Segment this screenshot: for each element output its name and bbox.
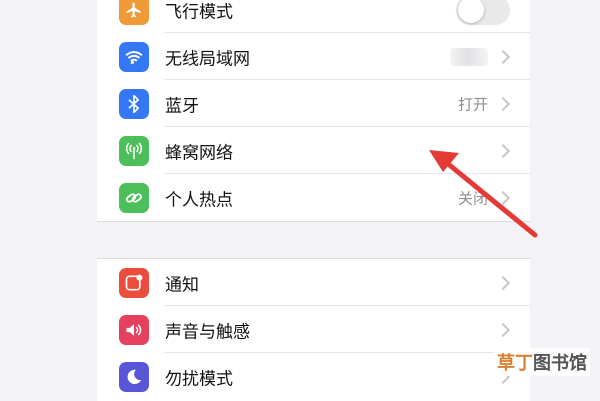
airplane-icon — [119, 0, 149, 25]
settings-row-label: 通知 — [165, 275, 199, 295]
sounds-icon — [119, 314, 149, 345]
moon-icon — [119, 361, 149, 392]
settings-row-bluetooth[interactable]: 蓝牙 打开 — [97, 80, 530, 127]
chevron-right-icon — [495, 275, 511, 290]
settings-row-label: 个人热点 — [165, 190, 233, 210]
watermark: 草丁图书馆 — [494, 348, 590, 376]
cellular-icon — [119, 135, 149, 166]
settings-group-connectivity: 飞行模式 无线局域网 蓝牙 打开 蜂窝网络 个人热点 关闭 — [97, 0, 530, 222]
bluetooth-icon — [119, 88, 149, 119]
settings-row-label: 勿扰模式 — [165, 369, 233, 389]
chevron-right-icon — [495, 49, 511, 64]
settings-row-label: 声音与触感 — [165, 322, 250, 342]
settings-row-notifications[interactable]: 通知 — [97, 259, 530, 306]
settings-row-do-not-disturb[interactable]: 勿扰模式 — [97, 353, 530, 400]
settings-row-cellular[interactable]: 蜂窝网络 — [97, 127, 530, 174]
chevron-right-icon — [495, 190, 511, 205]
settings-row-sounds-haptics[interactable]: 声音与触感 — [97, 306, 530, 353]
notifications-icon — [119, 267, 149, 298]
chevron-right-icon — [495, 322, 511, 337]
settings-row-wifi[interactable]: 无线局域网 — [97, 33, 530, 80]
watermark-brand: 草丁 — [497, 353, 533, 374]
settings-row-label: 蜂窝网络 — [165, 143, 233, 163]
hotspot-icon — [119, 182, 149, 213]
chevron-right-icon — [495, 96, 511, 111]
watermark-site: 图书馆 — [533, 353, 587, 374]
airplane-mode-toggle[interactable] — [456, 0, 510, 25]
settings-row-label: 飞行模式 — [165, 2, 233, 22]
settings-row-label: 无线局域网 — [165, 49, 250, 69]
settings-row-label: 蓝牙 — [165, 96, 199, 116]
toggle-knob — [458, 0, 484, 23]
chevron-right-icon — [495, 143, 511, 158]
hotspot-status-value: 关闭 — [457, 189, 488, 207]
settings-group-notifications: 通知 声音与触感 勿扰模式 — [97, 258, 530, 401]
settings-row-personal-hotspot[interactable]: 个人热点 关闭 — [97, 174, 530, 221]
bluetooth-status-value: 打开 — [457, 95, 488, 113]
wifi-network-name-blurred — [450, 47, 488, 66]
settings-row-airplane-mode[interactable]: 飞行模式 — [97, 0, 530, 33]
wifi-icon — [119, 41, 149, 72]
